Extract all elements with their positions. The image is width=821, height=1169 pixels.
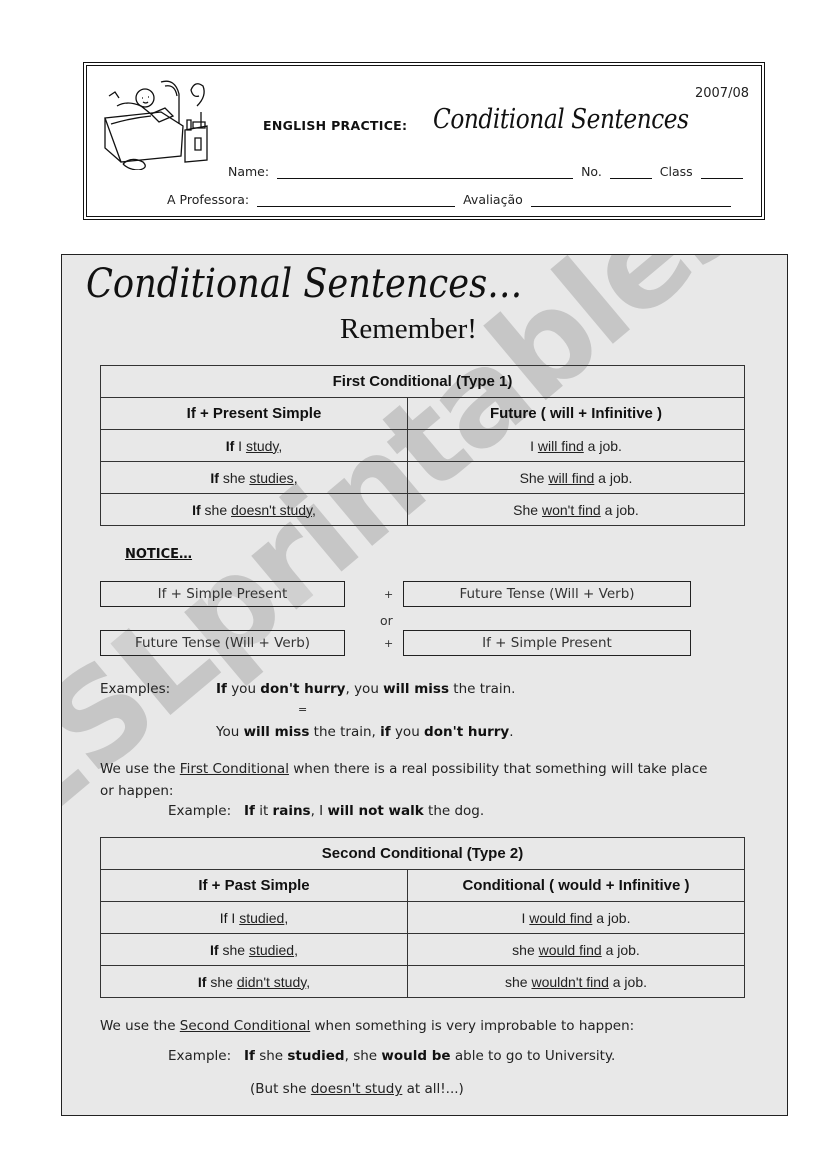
second-conditional-usage: We use the Second Conditional when somet… <box>100 1018 635 1034</box>
subject-label: ENGLISH PRACTICE: <box>263 118 408 133</box>
grade-field[interactable] <box>530 194 731 207</box>
or-label: or <box>380 613 393 628</box>
second-conditional-note: (But she doesn't study at all!...) <box>250 1081 464 1097</box>
number-label: No. <box>581 164 602 179</box>
structure-box: If + Simple Present <box>403 630 691 656</box>
table-row: If she studied, she would find a job. <box>100 933 745 966</box>
column-header: Future ( will + Infinitive ) <box>407 397 745 430</box>
name-row: Name: No. Class <box>228 164 747 179</box>
second-conditional-table: Second Conditional (Type 2) If + Past Si… <box>100 837 745 998</box>
table-caption: Second Conditional (Type 2) <box>100 837 745 870</box>
name-label: Name: <box>228 164 270 179</box>
first-conditional-example: Example: If it rains, I will not walk th… <box>168 803 485 819</box>
class-label: Class <box>659 164 693 179</box>
worksheet-header: 2007/08 ENGLISH PRACTICE: Conditional Se… <box>83 62 765 220</box>
school-year: 2007/08 <box>694 86 749 101</box>
grade-label: Avaliação <box>463 192 523 207</box>
table-caption: First Conditional (Type 1) <box>100 365 745 398</box>
table-row: If I study, I will find a job. <box>100 429 745 462</box>
column-header: If + Present Simple <box>100 397 408 430</box>
remember-heading: Remember! <box>340 313 477 345</box>
first-conditional-table: First Conditional (Type 1) If + Present … <box>100 365 745 526</box>
second-conditional-example: Example: If she studied, she would be ab… <box>168 1048 616 1064</box>
name-field[interactable] <box>277 166 574 179</box>
panel-title: Conditional Sentences… <box>86 261 523 307</box>
column-header: Conditional ( would + Infinitive ) <box>407 869 745 902</box>
teacher-label: A Professora: <box>167 192 250 207</box>
notice-label: NOTICE… <box>125 547 193 562</box>
column-header: If + Past Simple <box>100 869 408 902</box>
child-reading-in-bed-illustration <box>104 80 208 170</box>
equals-sign: = <box>298 703 308 716</box>
table-row: If she doesn't study, She won't find a j… <box>100 493 745 526</box>
plus-sign: + <box>384 588 394 601</box>
examples-label: Examples: <box>100 681 171 697</box>
structure-box: If + Simple Present <box>100 581 345 607</box>
table-row: If I studied, I would find a job. <box>100 901 745 934</box>
worksheet-title: Conditional Sentences <box>433 104 689 135</box>
teacher-row: A Professora: Avaliação <box>167 192 735 207</box>
table-row: If she didn't study, she wouldn't find a… <box>100 965 745 998</box>
number-field[interactable] <box>609 166 652 179</box>
example-sentence: If you don't hurry, you will miss the tr… <box>216 681 516 697</box>
plus-sign: + <box>384 637 394 650</box>
teacher-field[interactable] <box>257 194 456 207</box>
structure-box: Future Tense (Will + Verb) <box>403 581 691 607</box>
first-conditional-usage: We use the First Conditional when there … <box>100 761 708 799</box>
class-field[interactable] <box>700 166 743 179</box>
structure-box: Future Tense (Will + Verb) <box>100 630 345 656</box>
table-row: If she studies, She will find a job. <box>100 461 745 494</box>
example-sentence: You will miss the train, if you don't hu… <box>216 724 514 740</box>
lesson-panel: ESLprintables.com Conditional Sentences…… <box>61 254 788 1116</box>
